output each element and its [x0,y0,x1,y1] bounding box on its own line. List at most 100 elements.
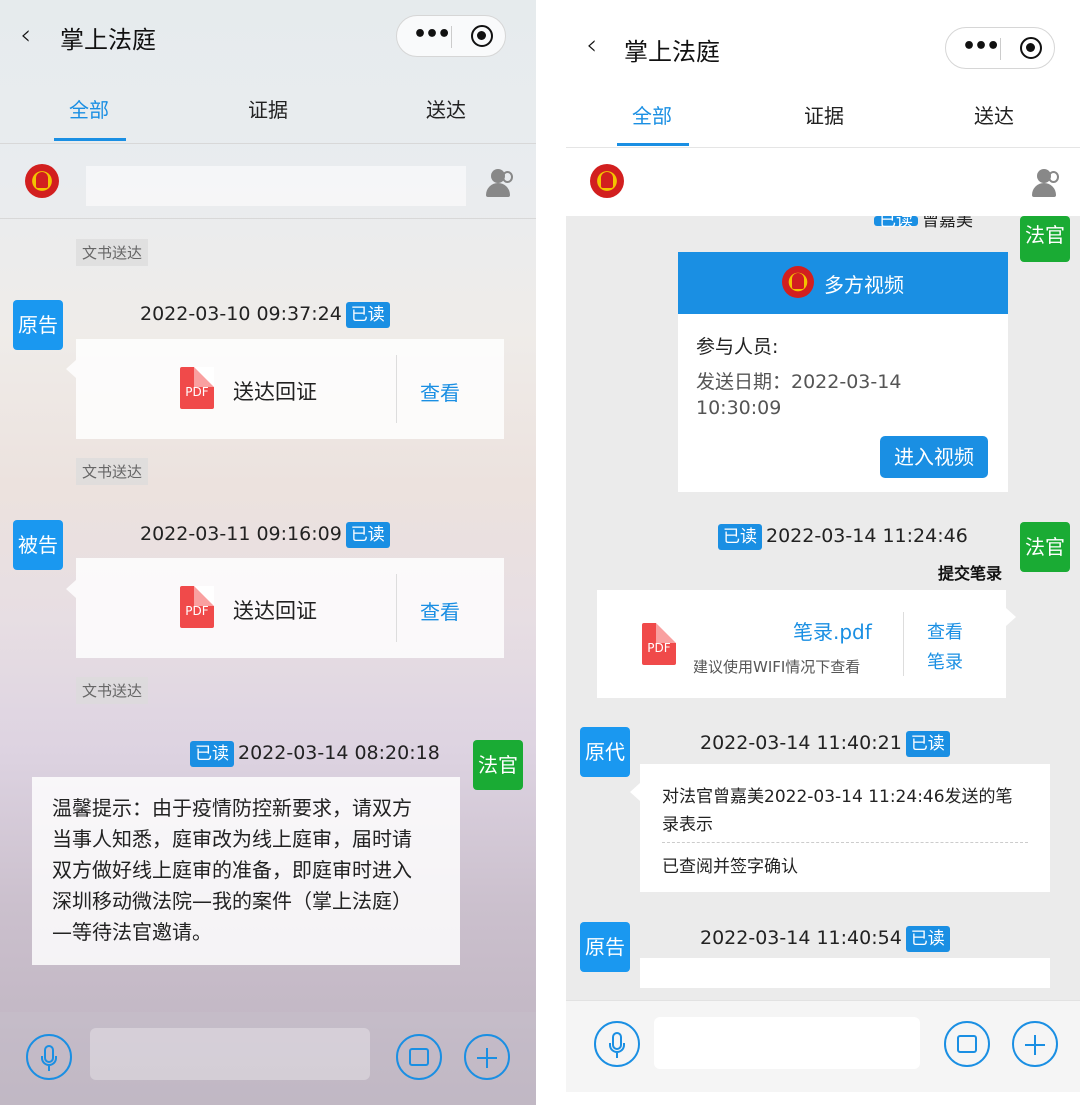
record-file-name[interactable]: 笔录.pdf [793,616,872,645]
read-badge: 已读 [345,522,390,548]
message-category-tag: 文书送达 [76,677,149,704]
notice-bubble: 温馨提示：由于疫情防控新要求，请双方 当事人知悉，庭审改为线上庭审，届时请 双方… [32,777,460,965]
bubble-arrow [1006,608,1016,626]
video-card-title: 多方视频 [824,273,904,297]
sign-line: 对法官曾嘉美2022-03-14 11:24:46发送的笔 [662,787,1013,807]
avatar-defendant[interactable]: 被告 [13,520,63,570]
read-badge: 已读 [718,524,762,550]
notice-line: 温馨提示：由于疫情防控新要求，请双方 [52,796,412,820]
court-emblem-icon [25,164,59,198]
more-dots-icon[interactable]: ••• [962,34,1000,59]
participants-label: 参与人员: [696,336,779,358]
back-chevron-icon[interactable]: ‹ [586,28,597,61]
message-input[interactable] [90,1028,370,1080]
send-time: 10:30:09 [696,397,782,419]
pdf-file-icon: PDF [180,586,214,628]
view-document-link[interactable]: 查看 [420,596,460,625]
right-phone-screen: ‹ 掌上法庭 ••• 全部 证据 送达 已读 曾嘉美 法官 多方视频 参与人员: … [566,0,1080,1105]
sign-confirm-bubble: 对法官曾嘉美2022-03-14 11:24:46发送的笔 录表示 已查阅并签字… [640,764,1050,892]
timestamp-text: 2022-03-14 11:24:46 [766,525,968,547]
input-toolbar [566,1000,1080,1092]
view-record-link-line2[interactable]: 笔录 [927,648,963,674]
view-document-link[interactable]: 查看 [420,377,460,406]
members-icon[interactable] [486,167,516,199]
avatar-judge[interactable]: 法官 [1020,216,1070,262]
notice-line: 当事人知悉，庭审改为线上庭审，届时请 [52,827,412,851]
view-record-link[interactable]: 查看 [927,618,963,644]
send-date: 发送日期：2022-03-14 [696,371,902,393]
notice-text: 温馨提示：由于疫情防控新要求，请双方 当事人知悉，庭审改为线上庭审，届时请 双方… [52,793,456,948]
tab-delivery[interactable]: 送达 [426,94,466,123]
video-card-header: 多方视频 [678,252,1008,314]
tab-divider [566,147,1080,148]
target-close-icon[interactable] [471,25,493,47]
tab-evidence[interactable]: 证据 [804,100,844,129]
timestamp-text: 2022-03-14 11:40:21 [700,732,902,754]
message-category-tag: 文书送达 [76,458,149,485]
record-caption: 提交笔录 [938,564,1003,583]
case-title-bar [86,166,466,206]
read-badge: 已读 [905,926,950,952]
notice-line: 双方做好线上庭审的准备，即庭审时进入 [52,858,412,882]
record-file-card[interactable]: PDF 笔录.pdf 建议使用WIFI情况下查看 查看 笔录 [597,590,1006,698]
pdf-file-icon: PDF [642,623,676,665]
more-dots-icon[interactable]: ••• [413,22,451,47]
avatar-judge[interactable]: 法官 [1020,522,1070,572]
notice-line: —等待法官邀请。 [52,920,212,944]
wifi-hint: 建议使用WIFI情况下查看 [693,658,861,676]
plus-icon[interactable] [464,1034,510,1080]
microphone-icon[interactable] [594,1021,640,1067]
read-badge: 已读 [874,216,918,230]
timestamp-text: 2022-03-14 08:20:18 [238,742,440,764]
members-icon[interactable] [1032,167,1062,199]
message-category-tag: 文书送达 [76,239,149,266]
page-title: 掌上法庭 [624,38,720,66]
tab-divider [0,143,536,144]
sender-name: 曾嘉美 [922,216,973,231]
document-card[interactable]: PDF 送达回证 查看 [76,339,504,439]
message-timestamp: 2022-03-14 11:40:21 已读 [700,731,954,757]
avatar-plaintiff[interactable]: 原告 [580,922,630,972]
left-phone-screen: ‹ 掌上法庭 ••• 全部 证据 送达 文书送达 原告 2022-03-10 0… [0,0,536,1105]
message-input[interactable] [654,1017,920,1069]
read-badge: 已读 [190,741,234,767]
message-timestamp: 已读 2022-03-14 08:20:18 [186,741,440,767]
court-emblem-icon [782,266,814,298]
card-divider [903,612,904,676]
message-timestamp: 2022-03-10 09:37:24 已读 [140,302,394,328]
capsule-divider [451,26,452,48]
tab-evidence[interactable]: 证据 [248,94,288,123]
plus-icon[interactable] [1012,1021,1058,1067]
image-icon[interactable] [396,1034,442,1080]
pdf-file-icon: PDF [180,367,214,409]
document-card[interactable]: PDF 送达回证 查看 [76,558,504,658]
partial-message-header: 已读 曾嘉美 [870,216,973,234]
page-title: 掌上法庭 [60,26,156,54]
avatar-judge[interactable]: 法官 [473,740,523,790]
enter-video-button[interactable]: 进入视频 [880,436,988,478]
tab-delivery[interactable]: 送达 [974,100,1014,129]
avatar-plaintiff[interactable]: 原告 [13,300,63,350]
back-chevron-icon[interactable]: ‹ [20,18,31,51]
bubble-arrow [630,783,640,801]
header-divider [0,218,536,219]
microphone-icon[interactable] [26,1034,72,1080]
input-toolbar [0,1012,536,1105]
card-divider [396,574,397,642]
bottom-margin [566,1092,1080,1105]
target-close-icon[interactable] [1020,37,1042,59]
bubble-arrow [66,360,76,378]
card-divider [396,355,397,423]
capsule-divider [1000,38,1001,60]
timestamp-text: 2022-03-11 09:16:09 [140,523,342,545]
partial-bubble [640,958,1050,988]
message-timestamp: 2022-03-14 11:40:54 已读 [700,926,954,952]
active-tab-indicator [617,143,689,146]
tab-all[interactable]: 全部 [69,94,109,123]
message-timestamp: 2022-03-11 09:16:09 已读 [140,522,394,548]
image-icon[interactable] [944,1021,990,1067]
read-badge: 已读 [345,302,390,328]
avatar-plaintiff-agent[interactable]: 原代 [580,727,630,777]
sign-confirmation: 已查阅并签字确认 [662,857,798,877]
tab-all[interactable]: 全部 [632,100,672,129]
